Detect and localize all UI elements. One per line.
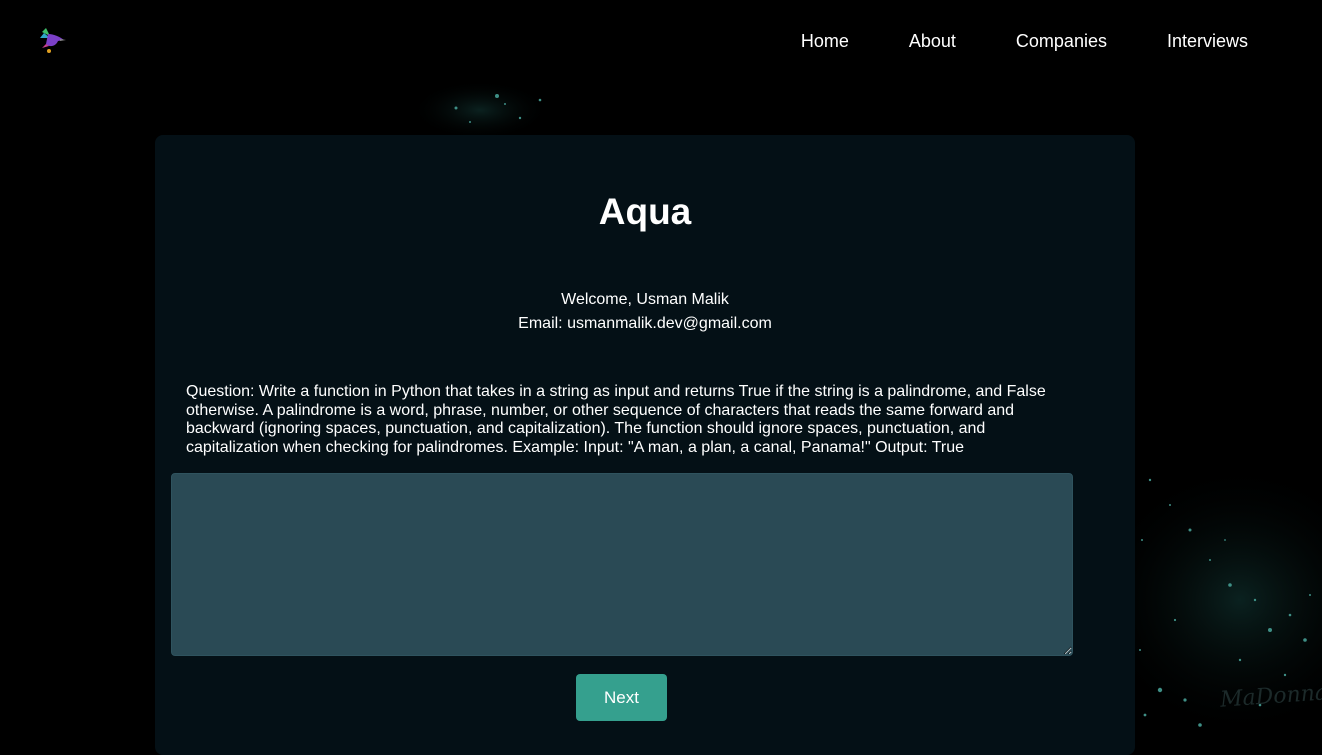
email-text: Email: usmanmalik.dev@gmail.com <box>518 315 772 332</box>
main-nav: Home About Companies Interviews <box>741 30 1248 52</box>
logo-icon[interactable] <box>36 24 68 58</box>
page-title: Aqua <box>598 191 692 232</box>
nav-about-link[interactable]: About <box>909 30 956 52</box>
answer-textarea[interactable] <box>171 473 1073 656</box>
nav-companies-link[interactable]: Companies <box>1016 30 1107 52</box>
next-button[interactable]: Next <box>576 674 667 721</box>
watermark-signature: MaDonna <box>1219 680 1322 713</box>
nav-interviews-link[interactable]: Interviews <box>1167 30 1248 52</box>
question-text: Question: Write a function in Python tha… <box>186 383 1046 456</box>
nav-home-link[interactable]: Home <box>801 30 849 52</box>
user-info: Welcome, Usman Malik Email: usmanmalik.d… <box>155 288 1135 336</box>
welcome-text: Welcome, Usman Malik <box>561 291 729 308</box>
interview-card: Aqua Welcome, Usman Malik Email: usmanma… <box>155 135 1135 755</box>
